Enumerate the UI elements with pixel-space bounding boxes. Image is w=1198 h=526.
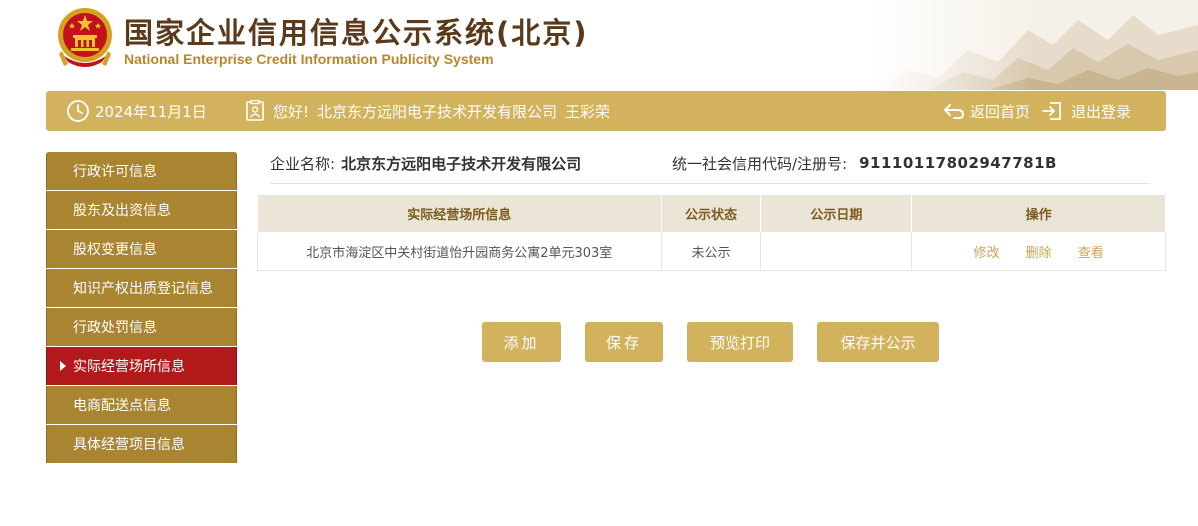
clock-icon — [67, 100, 89, 122]
mountain-landscape-image — [868, 0, 1198, 90]
cell-actions: 修改 删除 查看 — [911, 232, 1166, 271]
divider — [270, 183, 1150, 184]
company-name-row: 企业名称: 北京东方远阳电子技术开发有限公司 — [270, 150, 581, 176]
premises-table: 实际经营场所信息 公示状态 公示日期 操作 北京市海淀区中关村街道怡升园商务公寓… — [257, 194, 1166, 271]
sidebar-nav: 行政许可信息 股东及出资信息 股权变更信息 知识产权出质登记信息 行政处罚信息 … — [46, 152, 237, 464]
logout-label: 退出登录 — [1071, 102, 1132, 121]
sidebar-item-label: 行政处罚信息 — [73, 320, 157, 336]
sidebar-item-equity-change[interactable]: 股权变更信息 — [46, 230, 237, 268]
national-emblem-icon — [58, 8, 112, 67]
sidebar-item-label: 具体经营项目信息 — [73, 437, 185, 453]
greeting-text: 您好! — [273, 102, 310, 121]
sidebar-item-label: 电商配送点信息 — [73, 398, 171, 414]
sidebar-item-ecommerce-delivery[interactable]: 电商配送点信息 — [46, 386, 237, 424]
save-button[interactable]: 保存 — [585, 322, 663, 362]
sidebar-item-label: 行政许可信息 — [73, 164, 157, 180]
credit-code-value: 91110117802947781B — [859, 154, 1057, 172]
sidebar-item-label: 股权变更信息 — [73, 242, 157, 258]
credit-code-label: 统一社会信用代码/注册号: — [672, 154, 848, 173]
table-row: 北京市海淀区中关村街道怡升园商务公寓2单元303室 未公示 修改 删除 查看 — [257, 232, 1166, 271]
site-subtitle: National Enterprise Credit Information P… — [124, 51, 494, 67]
return-home-label: 返回首页 — [970, 102, 1031, 121]
sidebar-item-business-premises[interactable]: 实际经营场所信息 — [46, 347, 237, 385]
info-bar: 2024年11月1日 您好! 北京东方远阳电子技术开发有限公司 王彩荣 返回首页… — [46, 91, 1166, 131]
greeting-user: 王彩荣 — [565, 102, 611, 121]
sidebar-item-ip-pledge[interactable]: 知识产权出质登记信息 — [46, 269, 237, 307]
cell-address: 北京市海淀区中关村街道怡升园商务公寓2单元303室 — [257, 232, 662, 271]
sidebar-item-label: 实际经营场所信息 — [73, 359, 185, 375]
table-header-row: 实际经营场所信息 公示状态 公示日期 操作 — [257, 194, 1166, 233]
logout-icon — [1042, 102, 1061, 120]
save-publish-button[interactable]: 保存并公示 — [817, 322, 939, 362]
sidebar-item-shareholders[interactable]: 股东及出资信息 — [46, 191, 237, 229]
company-name-label: 企业名称: — [270, 154, 336, 173]
sidebar-item-label: 股东及出资信息 — [73, 203, 171, 219]
sidebar-item-business-items[interactable]: 具体经营项目信息 — [46, 425, 237, 463]
edit-link[interactable]: 修改 — [973, 246, 999, 261]
site-title: 国家企业信用信息公示系统(北京) — [124, 16, 589, 50]
column-header-date: 公示日期 — [760, 194, 913, 233]
delete-link[interactable]: 删除 — [1026, 246, 1052, 261]
active-arrow-icon — [60, 361, 66, 371]
column-header-address: 实际经营场所信息 — [257, 194, 662, 233]
column-header-status: 公示状态 — [660, 194, 762, 233]
sidebar-item-admin-license[interactable]: 行政许可信息 — [46, 152, 237, 190]
site-header: 国家企业信用信息公示系统(北京) National Enterprise Cre… — [0, 0, 1198, 90]
logout-link[interactable]: 退出登录 — [1041, 91, 1131, 131]
view-link[interactable]: 查看 — [1078, 246, 1104, 261]
company-name-value: 北京东方远阳电子技术开发有限公司 — [341, 154, 582, 173]
column-header-actions: 操作 — [911, 194, 1166, 233]
cell-status: 未公示 — [660, 232, 762, 271]
sidebar-item-admin-penalty[interactable]: 行政处罚信息 — [46, 308, 237, 346]
credit-code-row: 统一社会信用代码/注册号: 91110117802947781B — [672, 150, 1057, 176]
user-id-icon — [246, 100, 264, 121]
sidebar-item-label: 知识产权出质登记信息 — [73, 281, 213, 297]
return-home-link[interactable]: 返回首页 — [943, 91, 1030, 131]
cell-date — [760, 232, 913, 271]
preview-print-button[interactable]: 预览打印 — [687, 322, 793, 362]
return-arrow-icon — [944, 104, 965, 119]
date-text: 2024年11月1日 — [95, 102, 207, 121]
greeting-company: 北京东方远阳电子技术开发有限公司 — [317, 102, 558, 121]
user-greeting: 您好! 北京东方远阳电子技术开发有限公司 王彩荣 — [245, 91, 610, 131]
add-button[interactable]: 添加 — [482, 322, 561, 362]
date-display: 2024年11月1日 — [66, 91, 207, 131]
